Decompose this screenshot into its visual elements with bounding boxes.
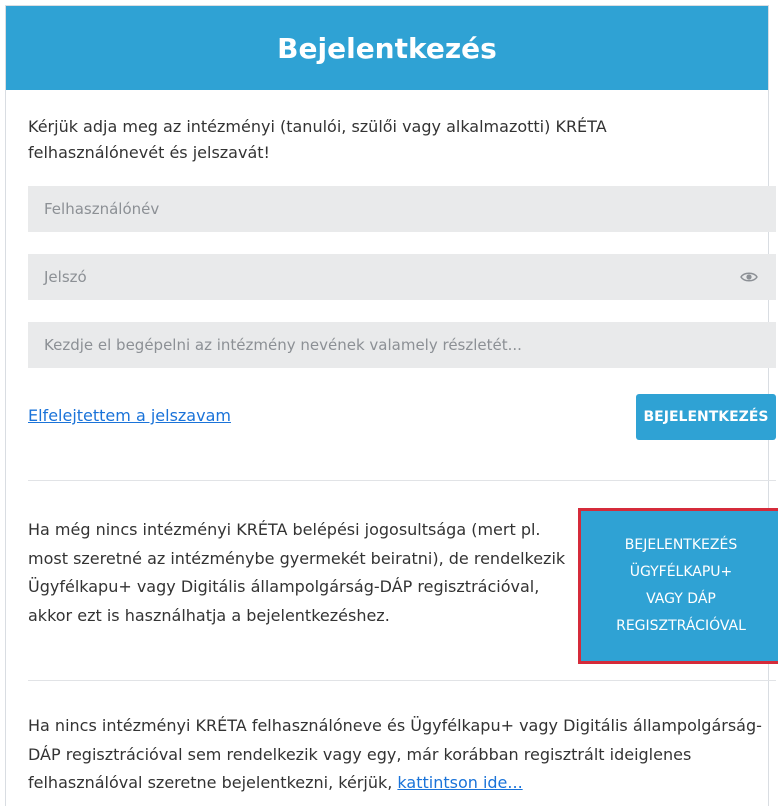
login-card: Bejelentkezés Kérjük adja meg az intézmé… <box>5 5 778 806</box>
username-placeholder: Felhasználónév <box>44 200 160 218</box>
sso-login-button[interactable]: BEJELENTKEZÉS ÜGYFÉLKAPU+ VAGY DÁP REGIS… <box>578 508 778 664</box>
sso-button-line-2: ÜGYFÉLKAPU+ <box>629 564 733 580</box>
login-button[interactable]: BEJELENTKEZÉS <box>636 394 776 440</box>
forgot-password-link[interactable]: Elfelejtettem a jelszavam <box>28 406 231 425</box>
username-field[interactable]: Felhasználónév <box>28 186 776 232</box>
divider <box>28 680 776 681</box>
divider <box>28 480 776 481</box>
password-placeholder: Jelszó <box>44 268 87 286</box>
institution-placeholder: Kezdje el begépelni az intézmény nevének… <box>44 336 522 354</box>
login-header: Bejelentkezés <box>6 6 768 90</box>
sso-button-line-4: REGISZTRÁCIÓVAL <box>616 618 746 634</box>
sso-button-line-1: BEJELENTKEZÉS <box>624 537 738 553</box>
institution-field[interactable]: Kezdje el begépelni az intézmény nevének… <box>28 322 776 368</box>
sso-info-text: Ha még nincs intézményi KRÉTA belépési j… <box>28 520 566 625</box>
bottom-info-body: Ha nincs intézményi KRÉTA felhasználónev… <box>28 716 762 792</box>
eye-icon[interactable] <box>738 266 760 288</box>
page-title: Bejelentkezés <box>277 31 497 65</box>
sso-button-line-3: VAGY DÁP <box>646 591 716 607</box>
intro-text: Kérjük adja meg az intézményi (tanulói, … <box>28 117 607 162</box>
bottom-info-text: Ha nincs intézményi KRÉTA felhasználónev… <box>28 712 778 798</box>
click-here-link[interactable]: kattintson ide... <box>397 773 522 792</box>
password-field[interactable]: Jelszó <box>28 254 776 300</box>
